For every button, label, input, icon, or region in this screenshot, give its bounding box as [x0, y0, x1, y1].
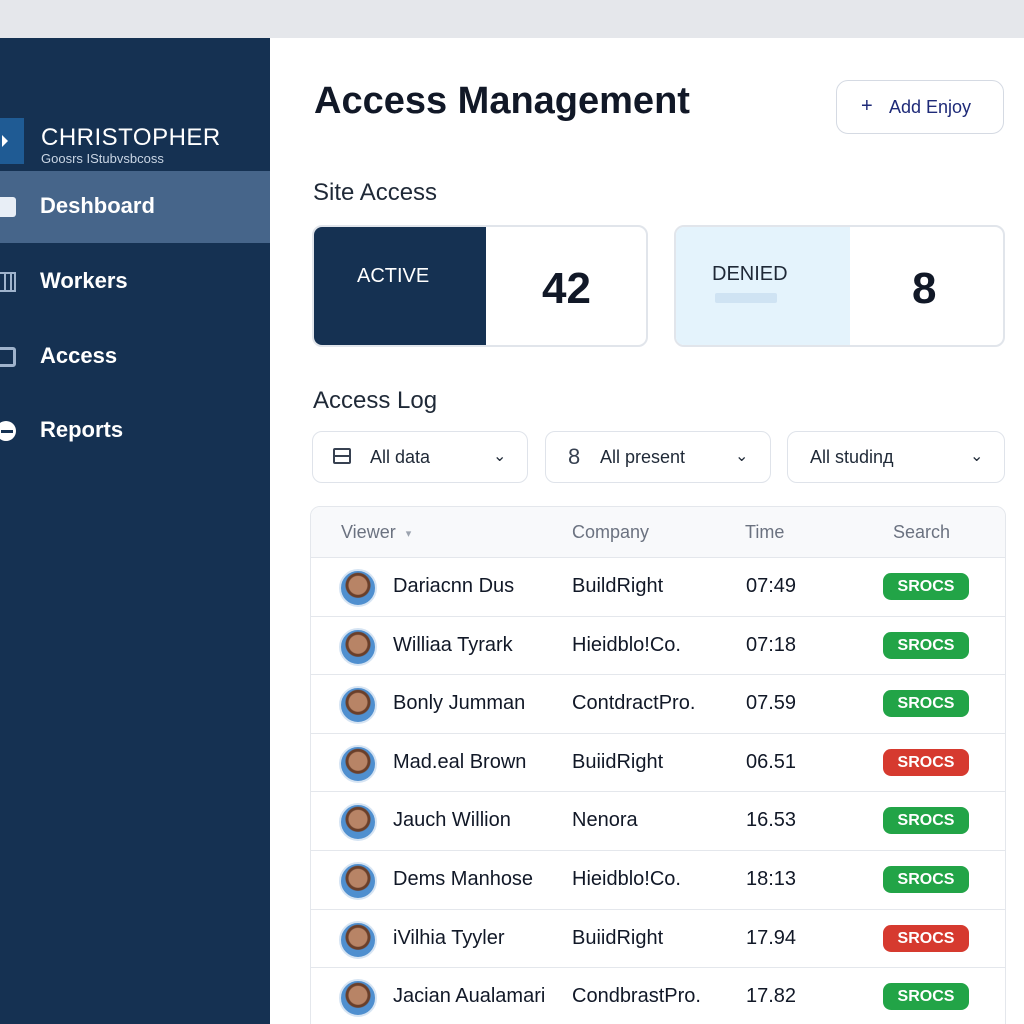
- add-button-label: Add Enjoy: [889, 97, 972, 117]
- filter-status-dropdown[interactable]: All studinд ⌄: [787, 431, 1005, 483]
- status-badge: SROCS: [883, 807, 969, 835]
- denied-stat-label: DENIED: [712, 263, 788, 285]
- page-title: Access Management: [314, 80, 690, 122]
- company-name: CondbrastPro.: [572, 985, 701, 1008]
- avatar: [339, 569, 377, 607]
- person-icon: 8: [568, 444, 581, 469]
- access-time: 07:18: [746, 633, 797, 656]
- avatar: [339, 979, 377, 1018]
- table-row[interactable]: Mad.eal Brown BuiidRight 06.51 SROCS: [311, 734, 1005, 793]
- denied-stat-card: DENIED 8: [674, 225, 1005, 347]
- access-time: 17.82: [746, 985, 797, 1008]
- viewer-name: Williaa Tyrark: [393, 633, 513, 656]
- access-icon: [0, 347, 16, 367]
- status-badge: SROCS: [883, 573, 969, 600]
- viewer-name: Mad.eal Brown: [393, 750, 527, 773]
- filter-present-dropdown[interactable]: 8 All present ⌄: [545, 431, 771, 483]
- dashboard-icon: [0, 197, 16, 217]
- company-name: BuiidRight: [572, 750, 664, 773]
- company-name: Hieidblo!Co.: [572, 868, 681, 890]
- status-badge: SROCS: [883, 983, 969, 1011]
- table-row[interactable]: іVilhia Tyyler BuiidRight 17.94 SROCS: [311, 910, 1005, 969]
- avatar: [339, 627, 377, 666]
- access-time: 16.53: [746, 809, 797, 832]
- table-row[interactable]: Jacian Aualamari CondbrastPro. 17.82 SROCS: [311, 968, 1005, 1024]
- avatar: [339, 803, 377, 842]
- filter-label: All studinд: [810, 447, 894, 467]
- active-stat-label-panel: ACTIVE: [314, 227, 486, 345]
- status-badge: SROCS: [883, 924, 969, 952]
- access-log-heading: Access Log: [313, 387, 438, 414]
- denied-stat-label-panel: DENIED: [676, 227, 850, 345]
- access-time: 18:13: [746, 868, 797, 890]
- sidebar: CHRISTOPHER Goosrs IStubvsbcoss Deshboar…: [0, 38, 270, 1024]
- avatar: [339, 862, 377, 900]
- browser-top-bar: [0, 0, 1024, 38]
- company-name: Nenora: [572, 809, 638, 832]
- status-badge: SROCS: [883, 866, 969, 893]
- filter-data-dropdown[interactable]: All data ⌄: [312, 431, 528, 483]
- brand-subtitle: Goosrs IStubvsbcoss: [41, 151, 164, 166]
- viewer-name: Dariacnn Dus: [393, 575, 515, 597]
- sidebar-item-label: Access: [40, 343, 118, 368]
- sidebar-item-reports[interactable]: Reports: [0, 395, 270, 467]
- table-header: Viewer ▾ Company Time Search: [311, 507, 1005, 558]
- main-content: Access Management + Add Enjoy Site Acces…: [270, 38, 1024, 1024]
- access-time: 07:49: [746, 575, 797, 597]
- access-time: 17.94: [746, 926, 797, 949]
- access-time: 06.51: [746, 750, 797, 773]
- avatar: [339, 920, 377, 959]
- table-row[interactable]: Dariacnn Dus BuildRight 07:49 SROCS: [311, 558, 1005, 617]
- column-header-search[interactable]: Search: [893, 522, 950, 543]
- plus-icon: +: [861, 95, 873, 117]
- status-badge: SROCS: [883, 631, 969, 659]
- company-name: ContdractPro.: [572, 692, 696, 715]
- active-stat-label: ACTIVE: [357, 265, 430, 287]
- active-stat-value: 42: [542, 264, 591, 313]
- table-row[interactable]: Bonly Jumman ContdractPro. 07.59 SROCS: [311, 675, 1005, 734]
- chevron-down-icon: ⌄: [970, 448, 984, 465]
- table-row[interactable]: Jauch Willion Nenora 16.53 SROCS: [311, 792, 1005, 851]
- add-button[interactable]: + Add Enjoy: [836, 80, 1004, 134]
- chevron-down-icon: ⌄: [735, 448, 749, 465]
- workers-icon: [0, 272, 16, 292]
- access-log-table: Viewer ▾ Company Time Search Dariacnn Dus…: [310, 506, 1006, 1024]
- sidebar-item-label: Workers: [40, 268, 128, 293]
- chevron-down-icon: ⌄: [493, 448, 507, 465]
- avatar: [339, 686, 377, 725]
- viewer-name: Jacian Aualamari: [393, 985, 546, 1008]
- viewer-name: Bonly Jumman: [393, 692, 526, 715]
- active-stat-card: ACTIVE 42: [312, 225, 648, 347]
- sidebar-item-dashboard[interactable]: Deshboard: [0, 171, 270, 243]
- viewer-name: Jauch Willion: [393, 809, 511, 832]
- sidebar-item-label: Reports: [40, 417, 124, 442]
- sort-icon[interactable]: ▾: [406, 528, 412, 540]
- filter-label: All present: [600, 447, 686, 467]
- denied-stat-value: 8: [912, 264, 937, 313]
- filter-label: All data: [370, 447, 431, 467]
- column-header-company[interactable]: Company: [572, 522, 649, 543]
- viewer-name: іVilhia Tyyler: [393, 926, 505, 949]
- status-badge: SROCS: [883, 748, 969, 776]
- avatar: [339, 744, 377, 783]
- company-name: Hieidblo!Co.: [572, 633, 681, 656]
- table-row[interactable]: Williaa Tyrark Hieidblo!Co. 07:18 SROCS: [311, 617, 1005, 676]
- column-header-time[interactable]: Time: [745, 522, 784, 543]
- company-name: BuildRight: [572, 575, 664, 597]
- table-row[interactable]: Dems Manhose Hieidblo!Co. 18:13 SROCS: [311, 851, 1005, 910]
- reports-icon: [0, 421, 16, 441]
- denied-placeholder-bar: [715, 293, 777, 303]
- sidebar-item-workers[interactable]: Workers: [0, 246, 270, 318]
- sidebar-item-access[interactable]: Access: [0, 321, 270, 393]
- status-badge: SROCS: [883, 690, 969, 718]
- access-time: 07.59: [746, 692, 797, 715]
- column-header-viewer[interactable]: Viewer ▾: [341, 522, 411, 543]
- logo-icon: [0, 118, 24, 164]
- table-icon: [333, 448, 351, 464]
- sidebar-item-label: Deshboard: [40, 193, 155, 218]
- viewer-name: Dems Manhose: [393, 868, 534, 890]
- company-name: BuiidRight: [572, 926, 664, 949]
- brand-name: CHRISTOPHER: [41, 124, 221, 151]
- site-access-heading: Site Access: [313, 179, 438, 206]
